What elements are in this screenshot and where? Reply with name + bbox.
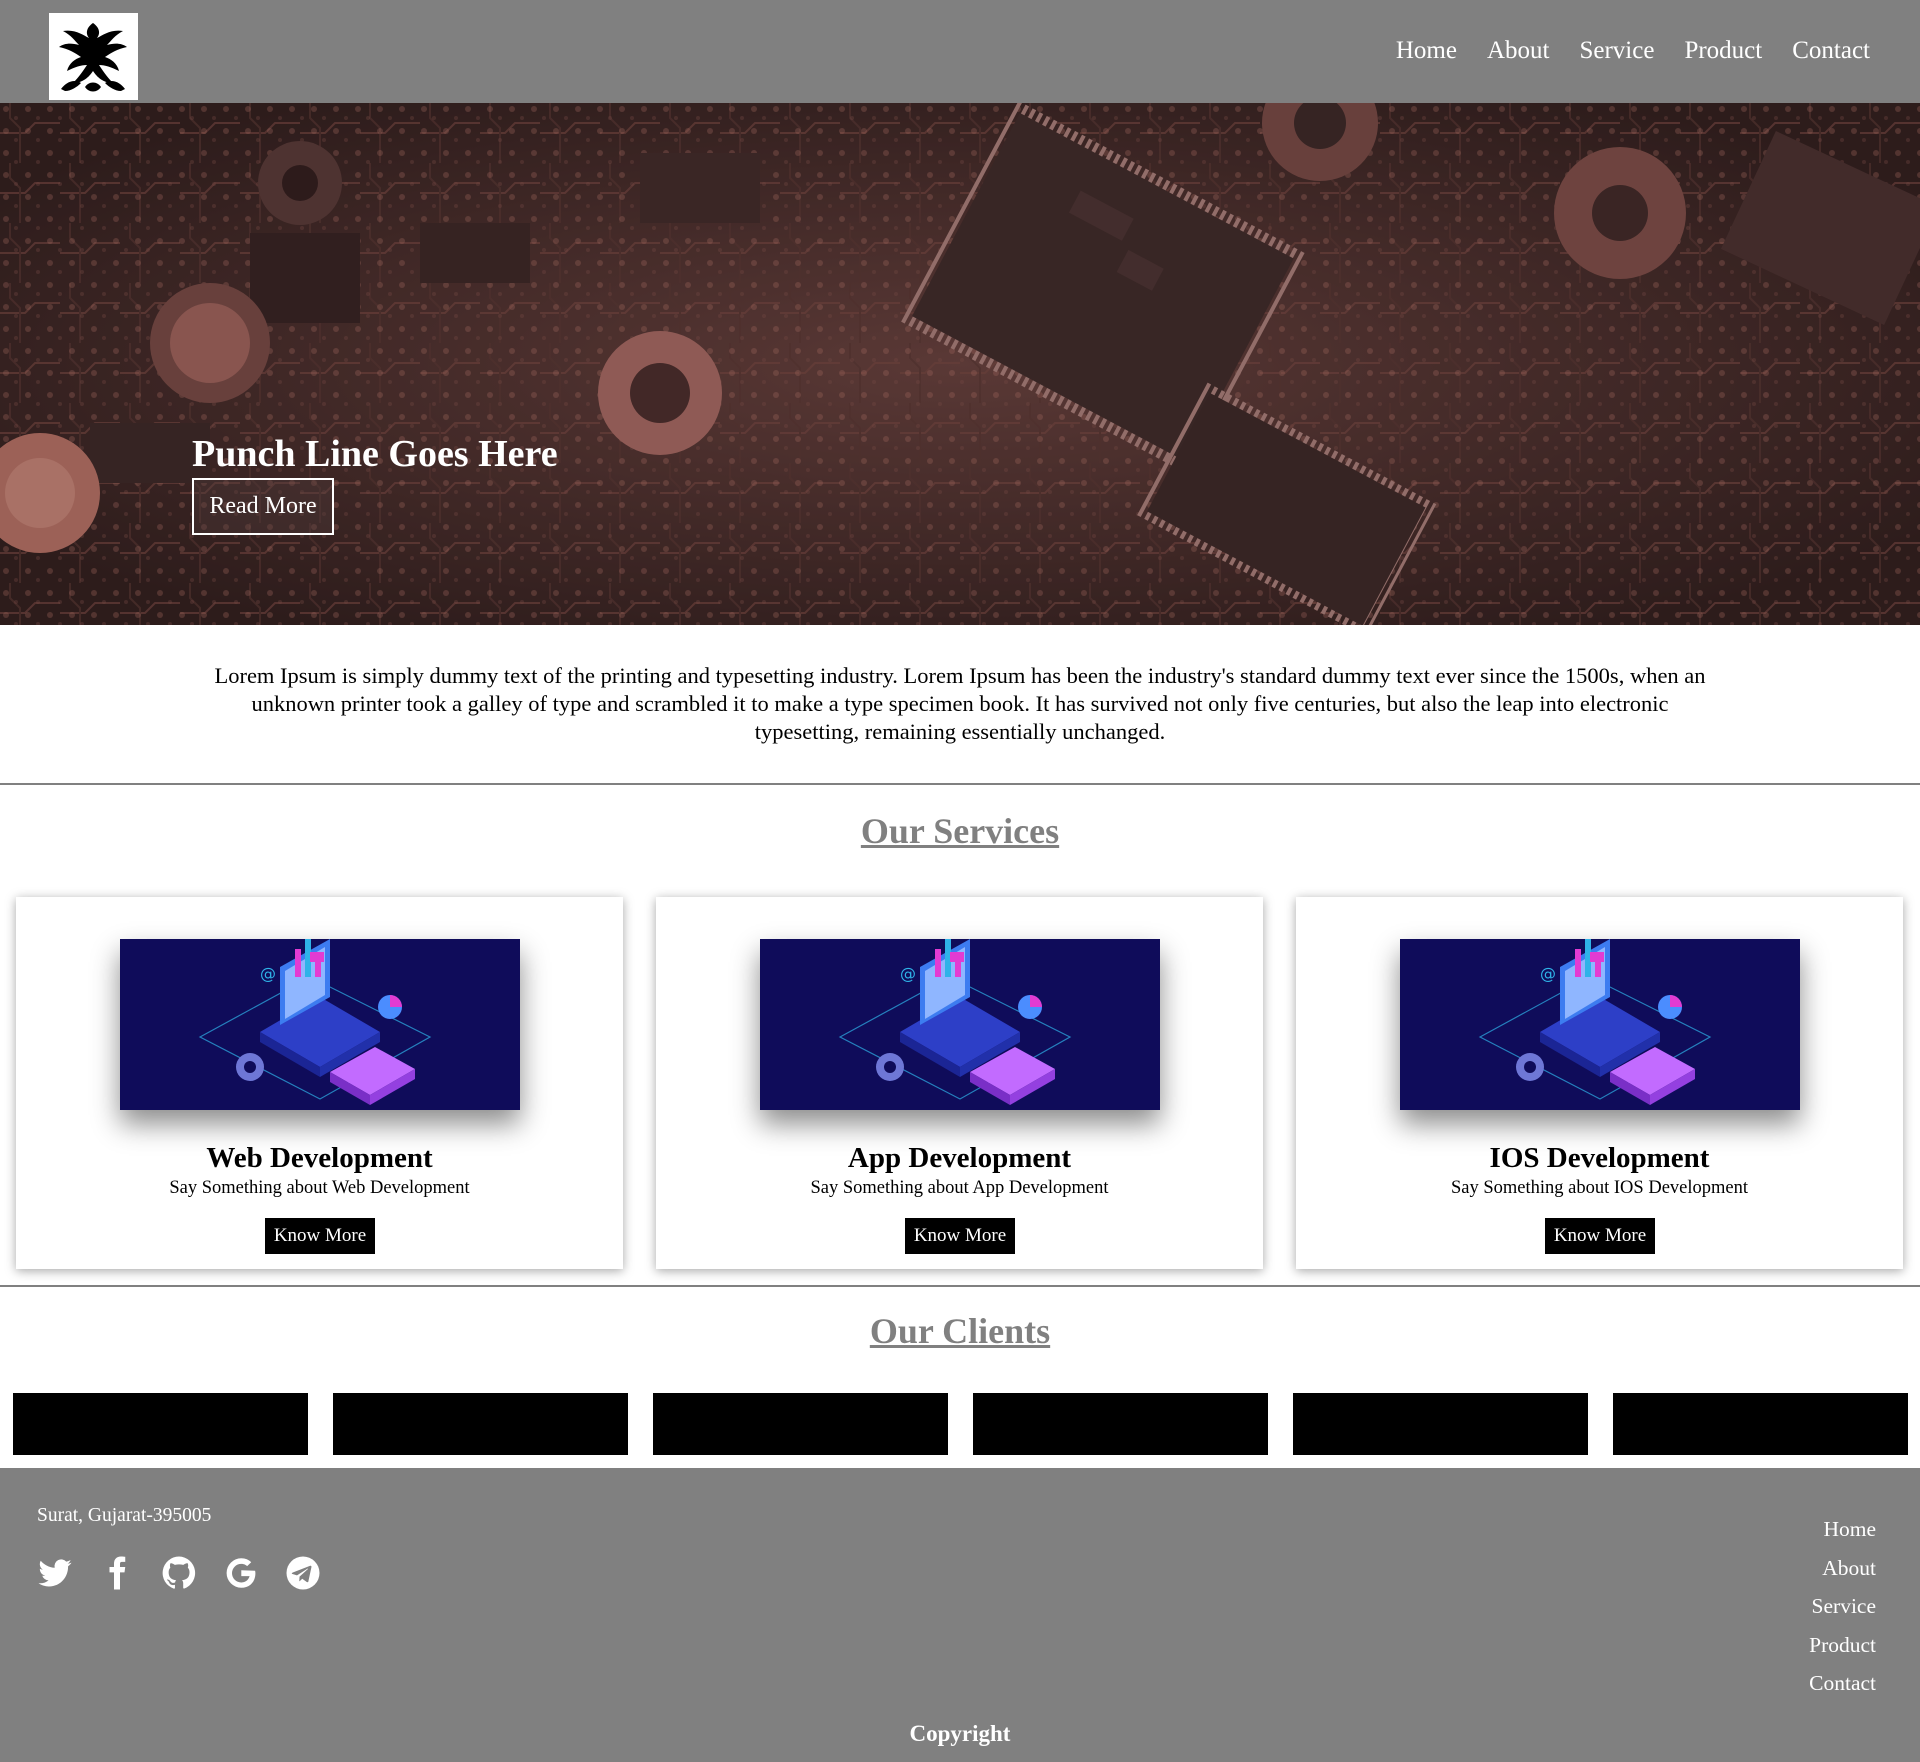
footer-nav-contact[interactable]: Contact [1809,1664,1876,1703]
know-more-button[interactable]: Know More [265,1218,375,1254]
section-divider [0,1285,1920,1287]
card-title: IOS Development [1489,1142,1710,1174]
footer-nav-home[interactable]: Home [1809,1510,1876,1549]
services-title: Our Services [860,811,1060,851]
site-footer: Surat, Gujarat-395005 Home About Service… [0,1468,1920,1762]
nav-service[interactable]: Service [1579,33,1654,69]
card-description: Say Something about App Development [810,1178,1109,1198]
nav-home[interactable]: Home [1396,33,1457,69]
hero-title: Punch Line Goes Here [192,433,558,475]
service-card-ios: @ IOS Development Say Something about IO… [1296,897,1903,1269]
svg-text:@: @ [900,964,916,983]
know-more-button[interactable]: Know More [1545,1218,1655,1254]
svg-text:@: @ [1540,964,1556,983]
clients-title: Our Clients [869,1311,1051,1351]
main-nav: Home About Service Product Contact [1366,33,1870,69]
svg-text:@: @ [260,964,276,983]
nav-contact[interactable]: Contact [1792,33,1870,69]
client-logo [333,1393,628,1455]
card-description: Say Something about IOS Development [1451,1178,1748,1198]
service-card-app: @ App Development Say Something about Ap… [656,897,1263,1269]
telegram-icon[interactable] [284,1554,322,1592]
hero-banner: Punch Line Goes Here Read More [0,103,1920,625]
site-header: Home About Service Product Contact [0,0,1920,103]
read-more-button[interactable]: Read More [192,478,334,535]
know-more-button[interactable]: Know More [905,1218,1015,1254]
footer-nav-about[interactable]: About [1809,1549,1876,1588]
client-logo [973,1393,1268,1455]
client-logo [1293,1393,1588,1455]
client-logo [1613,1393,1908,1455]
circuit-board-image [0,103,1920,625]
footer-nav: Home About Service Product Contact [1809,1510,1876,1703]
card-title: Web Development [206,1142,433,1174]
service-card-web: @ Web Development Say Something about We… [16,897,623,1269]
nav-about[interactable]: About [1487,33,1550,69]
footer-nav-product[interactable]: Product [1809,1626,1876,1665]
service-illustration-image: @ [1400,939,1800,1110]
phoenix-logo-icon[interactable] [49,13,138,100]
facebook-icon[interactable] [98,1554,136,1592]
section-divider [0,783,1920,785]
client-logo [653,1393,948,1455]
nav-product[interactable]: Product [1684,33,1762,69]
intro-text: Lorem Ipsum is simply dummy text of the … [214,663,1706,744]
twitter-icon[interactable] [36,1554,74,1592]
client-logo [13,1393,308,1455]
footer-nav-service[interactable]: Service [1809,1587,1876,1626]
card-title: App Development [847,1142,1072,1174]
service-illustration-image: @ [760,939,1160,1110]
address-text: Surat, Gujarat-395005 [37,1505,212,1526]
copyright-text: Copyright [909,1721,1011,1746]
github-icon[interactable] [160,1554,198,1592]
social-links [36,1554,346,1592]
card-description: Say Something about Web Development [169,1178,470,1198]
service-illustration-image: @ [120,939,520,1110]
google-icon[interactable] [222,1554,260,1592]
